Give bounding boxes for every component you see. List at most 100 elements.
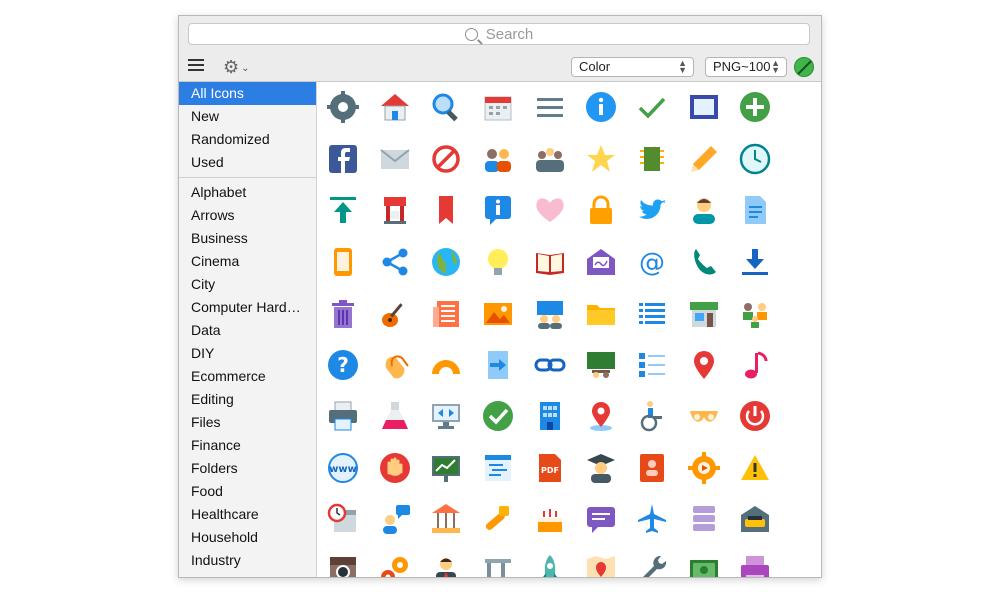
meeting-icon[interactable] bbox=[532, 141, 568, 177]
sidebar-item-arrows[interactable]: Arrows bbox=[179, 204, 316, 227]
pdf-icon[interactable]: PDF bbox=[532, 450, 568, 486]
book-icon[interactable] bbox=[532, 244, 568, 280]
gear-menu-button[interactable]: ⚙ ⌄ bbox=[223, 57, 250, 78]
rocket-icon[interactable] bbox=[532, 552, 568, 577]
coffee-machine-icon[interactable] bbox=[377, 192, 413, 228]
import-icon[interactable] bbox=[480, 347, 516, 383]
sidebar-item-industry[interactable]: Industry bbox=[179, 549, 316, 572]
search-icon[interactable] bbox=[428, 89, 464, 125]
conference-icon[interactable] bbox=[532, 296, 568, 332]
stop-hand-icon[interactable] bbox=[377, 450, 413, 486]
plus-icon[interactable] bbox=[737, 89, 773, 125]
facebook-icon[interactable] bbox=[325, 141, 361, 177]
map-pin-icon[interactable] bbox=[583, 398, 619, 434]
bookmark-icon[interactable] bbox=[428, 192, 464, 228]
wheelchair-icon[interactable] bbox=[634, 398, 670, 434]
businessman-icon[interactable] bbox=[428, 552, 464, 577]
news-icon[interactable] bbox=[428, 296, 464, 332]
gears-icon[interactable] bbox=[377, 552, 413, 577]
like-icon[interactable] bbox=[532, 192, 568, 228]
sidebar-item-editing[interactable]: Editing bbox=[179, 388, 316, 411]
sidebar-item-folders[interactable]: Folders bbox=[179, 457, 316, 480]
sidebar-item-business[interactable]: Business bbox=[179, 227, 316, 250]
at-sign-icon[interactable]: @ bbox=[634, 244, 670, 280]
music-icon[interactable] bbox=[737, 347, 773, 383]
sidebar-item-alphabet[interactable]: Alphabet bbox=[179, 181, 316, 204]
chip-icon[interactable] bbox=[634, 141, 670, 177]
clapping-hands-icon[interactable] bbox=[377, 347, 413, 383]
monitor-icon[interactable] bbox=[428, 398, 464, 434]
tablet-icon[interactable] bbox=[325, 244, 361, 280]
printer-paper-icon[interactable] bbox=[737, 552, 773, 577]
taxi-icon[interactable] bbox=[737, 501, 773, 537]
clock-icon[interactable] bbox=[737, 141, 773, 177]
bra-icon[interactable] bbox=[686, 398, 722, 434]
instagram-icon[interactable] bbox=[325, 552, 361, 577]
graduate-icon[interactable] bbox=[583, 450, 619, 486]
carousel-icon[interactable] bbox=[428, 501, 464, 537]
twitter-icon[interactable] bbox=[634, 192, 670, 228]
image-icon[interactable] bbox=[480, 296, 516, 332]
mail-icon[interactable] bbox=[377, 141, 413, 177]
list-icon[interactable] bbox=[634, 296, 670, 332]
sidebar-item-new[interactable]: New bbox=[179, 105, 316, 128]
list-view-icon[interactable] bbox=[188, 59, 204, 73]
info-icon[interactable] bbox=[583, 89, 619, 125]
chainsaw-icon[interactable] bbox=[480, 501, 516, 537]
invite-icon[interactable] bbox=[583, 244, 619, 280]
wrench-icon[interactable] bbox=[634, 552, 670, 577]
info-popup-icon[interactable] bbox=[480, 192, 516, 228]
user-icon[interactable] bbox=[686, 192, 722, 228]
sidebar-item-city[interactable]: City bbox=[179, 273, 316, 296]
classroom-icon[interactable] bbox=[583, 347, 619, 383]
sidebar-item-all-icons[interactable]: All Icons bbox=[179, 82, 316, 105]
document-icon[interactable] bbox=[737, 192, 773, 228]
sidebar-item-household[interactable]: Household bbox=[179, 526, 316, 549]
chat-user-icon[interactable] bbox=[377, 501, 413, 537]
sidebar-item-food[interactable]: Food bbox=[179, 480, 316, 503]
lock-icon[interactable] bbox=[583, 192, 619, 228]
sidebar-item-used[interactable]: Used bbox=[179, 151, 316, 174]
phone-icon[interactable] bbox=[686, 244, 722, 280]
marker-icon[interactable] bbox=[686, 347, 722, 383]
ok-icon[interactable] bbox=[480, 398, 516, 434]
airplane-icon[interactable] bbox=[634, 501, 670, 537]
www-icon[interactable]: www bbox=[325, 450, 361, 486]
video-gear-icon[interactable] bbox=[686, 450, 722, 486]
family-icon[interactable] bbox=[737, 296, 773, 332]
menu-icon[interactable] bbox=[532, 89, 568, 125]
sidebar-item-healthcare[interactable]: Healthcare bbox=[179, 503, 316, 526]
schedule-icon[interactable] bbox=[325, 501, 361, 537]
sidebar-item-files[interactable]: Files bbox=[179, 411, 316, 434]
user-group-icon[interactable] bbox=[480, 141, 516, 177]
chart-board-icon[interactable] bbox=[428, 450, 464, 486]
trash-icon[interactable] bbox=[325, 296, 361, 332]
sidebar-item-diy[interactable]: DIY bbox=[179, 342, 316, 365]
flask-icon[interactable] bbox=[377, 398, 413, 434]
power-icon[interactable] bbox=[737, 398, 773, 434]
color-style-select[interactable]: Color ▲ ▼ bbox=[571, 57, 694, 77]
format-select[interactable]: PNG~100 ▲ ▼ bbox=[705, 57, 787, 77]
database-icon[interactable] bbox=[686, 501, 722, 537]
link-icon[interactable] bbox=[532, 347, 568, 383]
home-icon[interactable] bbox=[377, 89, 413, 125]
money-icon[interactable] bbox=[686, 552, 722, 577]
sidebar-item-ecommerce[interactable]: Ecommerce bbox=[179, 365, 316, 388]
calendar-icon[interactable] bbox=[480, 89, 516, 125]
no-entry-icon[interactable] bbox=[428, 141, 464, 177]
help-icon[interactable]: ? bbox=[325, 347, 361, 383]
star-icon[interactable] bbox=[583, 141, 619, 177]
checkmark-icon[interactable] bbox=[634, 89, 670, 125]
address-book-icon[interactable] bbox=[634, 450, 670, 486]
cake-icon[interactable] bbox=[532, 501, 568, 537]
share-icon[interactable] bbox=[377, 244, 413, 280]
sidebar-item-finance[interactable]: Finance bbox=[179, 434, 316, 457]
caliper-icon[interactable] bbox=[480, 552, 516, 577]
background-toggle-button[interactable] bbox=[794, 57, 814, 77]
text-panel-icon[interactable] bbox=[480, 450, 516, 486]
idea-icon[interactable] bbox=[480, 244, 516, 280]
sidebar-item-randomized[interactable]: Randomized bbox=[179, 128, 316, 151]
sidebar-item-cinema[interactable]: Cinema bbox=[179, 250, 316, 273]
sidebar-item-data[interactable]: Data bbox=[179, 319, 316, 342]
office-icon[interactable] bbox=[532, 398, 568, 434]
